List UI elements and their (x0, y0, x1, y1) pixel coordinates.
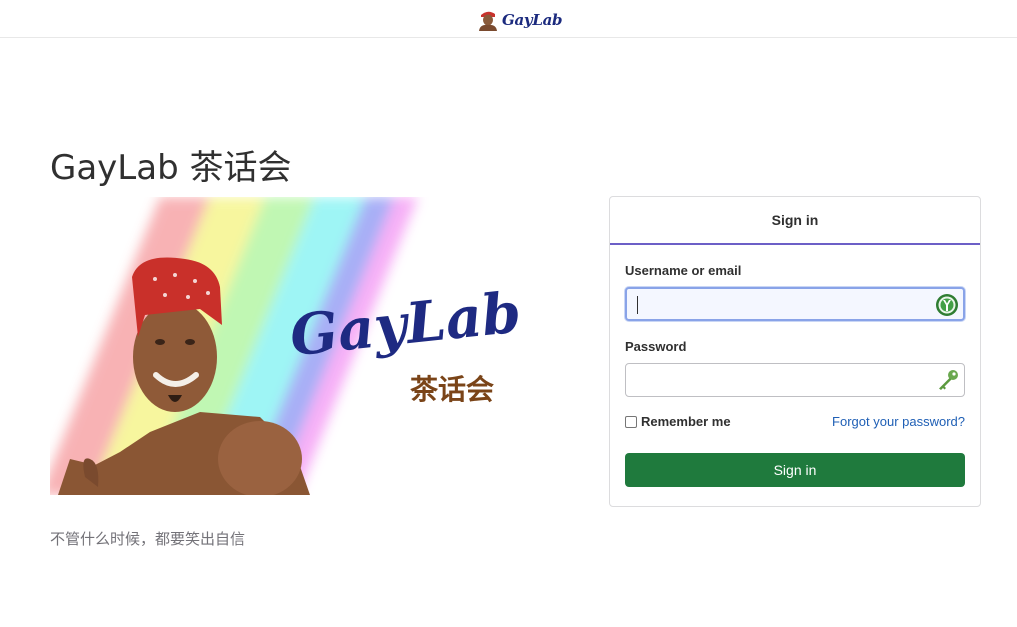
tab-sign-in[interactable]: Sign in (610, 197, 980, 245)
brand-text: GayLab (502, 11, 563, 29)
password-input[interactable] (626, 364, 964, 396)
remember-row: Remember me Forgot your password? (625, 414, 965, 429)
top-bar: GayLab (0, 0, 1017, 38)
tagline: 不管什么时候，都要笑出自信 (50, 530, 246, 548)
key-icon[interactable] (936, 368, 960, 392)
username-field-wrapper (625, 287, 965, 321)
username-label: Username or email (625, 263, 742, 278)
remember-me-label: Remember me (641, 414, 731, 429)
password-field-wrapper (625, 363, 965, 397)
password-label: Password (625, 339, 687, 354)
sign-in-button[interactable]: Sign in (625, 453, 965, 487)
tab-sign-in-label: Sign in (771, 212, 819, 228)
username-input[interactable] (627, 289, 963, 319)
brand-home-link[interactable]: GayLab (478, 8, 563, 32)
forgot-password-link[interactable]: Forgot your password? (832, 414, 965, 429)
text-caret (637, 296, 638, 314)
hero-image: GayLab 茶话会 (50, 197, 520, 495)
remember-me-checkbox[interactable]: Remember me (625, 414, 731, 429)
login-form: Username or email Password Remember me F… (610, 263, 980, 487)
brand-avatar-icon (478, 9, 498, 31)
hero-logo-subtitle: 茶话会 (410, 373, 494, 406)
page-title: GayLab 茶话会 (50, 148, 292, 188)
login-panel: Sign in Username or email Password Remem… (609, 196, 981, 507)
checkbox-box[interactable] (625, 415, 637, 428)
password-manager-icon[interactable] (935, 293, 959, 317)
